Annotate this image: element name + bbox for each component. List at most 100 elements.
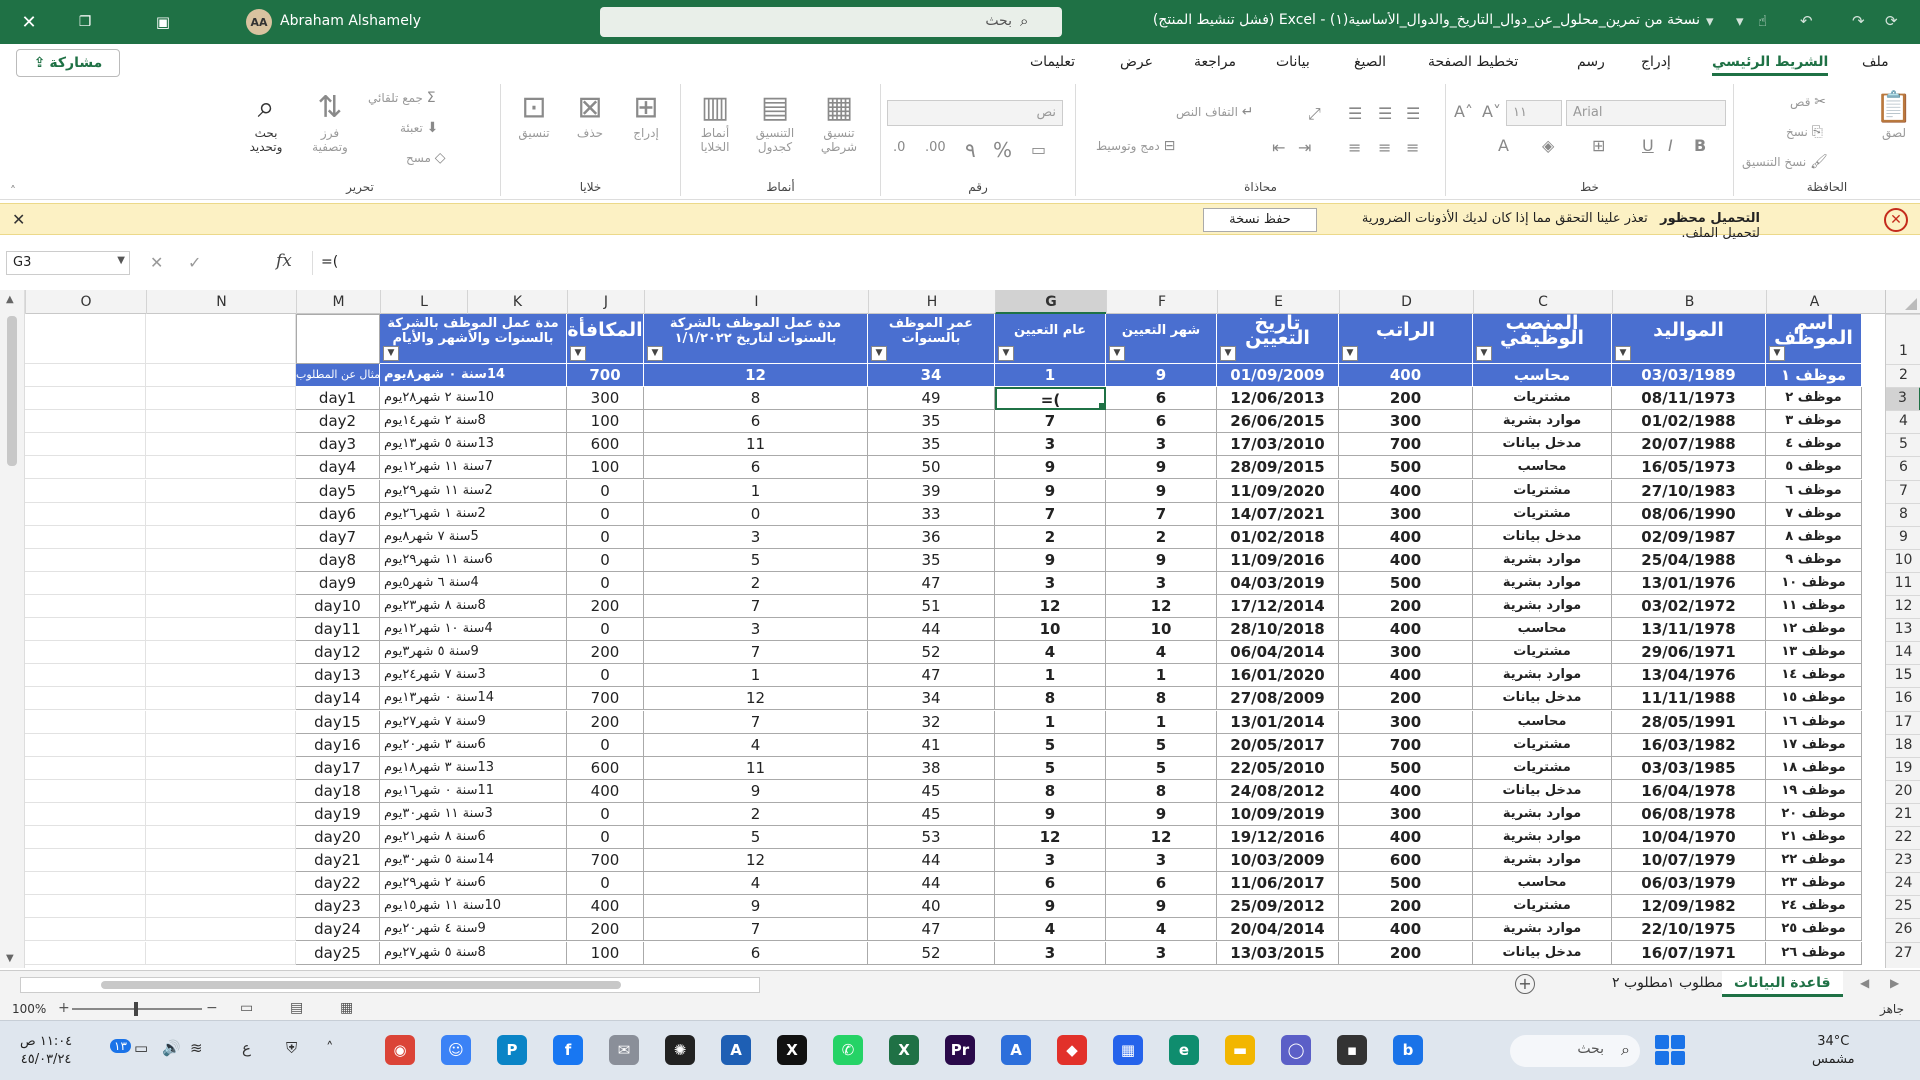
cell-j22[interactable]: 0 <box>567 826 644 850</box>
touch-mode-icon[interactable]: ☝ <box>1758 12 1767 30</box>
cell-m22[interactable]: day20 <box>296 826 380 850</box>
cell-j27[interactable]: 100 <box>567 941 644 965</box>
cell-e27[interactable]: 13/03/2015 <box>1217 941 1339 965</box>
cell-g24[interactable]: 6 <box>995 872 1106 896</box>
column-header-j[interactable]: J <box>567 290 644 314</box>
cell-kl27[interactable]: 8سنة ٥ شهر٢٧يوم <box>380 941 567 965</box>
cell-n16[interactable] <box>146 687 296 711</box>
cell-e12[interactable]: 17/12/2014 <box>1217 595 1339 619</box>
cell-g3[interactable]: =( <box>995 387 1106 411</box>
cell-e22[interactable]: 19/12/2016 <box>1217 826 1339 850</box>
whatsapp-icon[interactable]: ✆ <box>833 1035 863 1065</box>
column-header-e[interactable]: E <box>1217 290 1339 314</box>
cell-n25[interactable] <box>146 895 296 919</box>
cell-e26[interactable]: 20/04/2014 <box>1217 918 1339 942</box>
row-header-25[interactable]: 25 <box>1886 895 1920 918</box>
cell-m3[interactable]: day1 <box>296 387 380 411</box>
cell-e14[interactable]: 06/04/2014 <box>1217 641 1339 665</box>
fill-button[interactable]: ⬇ تعبئة <box>400 120 438 136</box>
cell-o19[interactable] <box>25 756 146 780</box>
cell-b3[interactable]: 08/11/1973 <box>1612 387 1766 411</box>
cell-a13[interactable]: موظف ١٢ <box>1766 618 1862 642</box>
cell-o10[interactable] <box>25 548 146 572</box>
cell-d9[interactable]: 400 <box>1339 525 1473 549</box>
cell-d5[interactable]: 700 <box>1339 433 1473 457</box>
cell-c4[interactable]: موارد بشرية <box>1473 410 1612 434</box>
filter-dropdown-icon[interactable]: ▼ <box>647 346 663 361</box>
cell-i16[interactable]: 12 <box>644 687 868 711</box>
wrap-text-button[interactable]: ↵ التفاف النص <box>1176 104 1253 120</box>
cell-m5[interactable]: day3 <box>296 433 380 457</box>
cell-j7[interactable]: 0 <box>567 479 644 503</box>
cell-c23[interactable]: موارد بشرية <box>1473 849 1612 873</box>
cell-n12[interactable] <box>146 595 296 619</box>
format-cells-button[interactable]: ⊡ تنسيق <box>509 90 559 140</box>
cell-a18[interactable]: موظف ١٧ <box>1766 733 1862 757</box>
volume-icon[interactable]: 🔊 <box>162 1039 181 1057</box>
row-header-27[interactable]: 27 <box>1886 941 1920 965</box>
font-color-icon[interactable]: A <box>1498 136 1509 155</box>
cell-f19[interactable]: 5 <box>1106 756 1217 780</box>
cell-c16[interactable]: مدخل بيانات <box>1473 687 1612 711</box>
cell-n14[interactable] <box>146 641 296 665</box>
cell-f3[interactable]: 6 <box>1106 387 1217 411</box>
cell-f4[interactable]: 6 <box>1106 410 1217 434</box>
row-header-11[interactable]: 11 <box>1886 571 1920 595</box>
cell-c5[interactable]: مدخل بيانات <box>1473 433 1612 457</box>
cell-n4[interactable] <box>146 410 296 434</box>
cell-j9[interactable]: 0 <box>567 525 644 549</box>
chrome-icon[interactable]: ◉ <box>385 1035 415 1065</box>
grow-font-icon[interactable]: A˄ <box>1454 102 1473 121</box>
cell-styles-button[interactable]: ▥ أنماط الخلايا <box>687 90 743 154</box>
decrease-decimal-icon[interactable]: .00 <box>925 140 946 155</box>
cell-j25[interactable]: 400 <box>567 895 644 919</box>
select-all-button[interactable] <box>1885 290 1920 314</box>
cell-j26[interactable]: 200 <box>567 918 644 942</box>
cell-d11[interactable]: 500 <box>1339 571 1473 595</box>
cell-i12[interactable]: 7 <box>644 595 868 619</box>
tab-insert[interactable]: إدراج <box>1641 54 1671 70</box>
cell-b19[interactable]: 03/03/1985 <box>1612 756 1766 780</box>
bot-icon[interactable]: ☺ <box>441 1035 471 1065</box>
cell-n22[interactable] <box>146 826 296 850</box>
cell-j21[interactable]: 0 <box>567 802 644 826</box>
cell-n9[interactable] <box>146 525 296 549</box>
cell-g7[interactable]: 9 <box>995 479 1106 503</box>
scroll-up-icon[interactable]: ▲ <box>6 294 14 305</box>
cell-b16[interactable]: 11/11/1988 <box>1612 687 1766 711</box>
cell-g23[interactable]: 3 <box>995 849 1106 873</box>
cell-c6[interactable]: محاسب <box>1473 456 1612 480</box>
cell-j14[interactable]: 200 <box>567 641 644 665</box>
cell-a19[interactable]: موظف ١٨ <box>1766 756 1862 780</box>
cell-h23[interactable]: 44 <box>868 849 995 873</box>
percent-button[interactable]: % <box>993 138 1012 162</box>
shrink-font-icon[interactable]: A˅ <box>1482 102 1501 121</box>
cell-c26[interactable]: موارد بشرية <box>1473 918 1612 942</box>
add-sheet-button[interactable]: + <box>1515 974 1535 994</box>
cell-kl21[interactable]: 3سنة ١١ شهر٣٠يوم <box>380 802 567 826</box>
start-button[interactable] <box>1655 1035 1685 1065</box>
cell-g19[interactable]: 5 <box>995 756 1106 780</box>
cell-h3[interactable]: 49 <box>868 387 995 411</box>
cell-b21[interactable]: 06/08/1978 <box>1612 802 1766 826</box>
cell-g26[interactable]: 4 <box>995 918 1106 942</box>
cell-j12[interactable]: 200 <box>567 595 644 619</box>
collapse-ribbon-icon[interactable]: ˄ <box>10 184 16 198</box>
cell-kl23[interactable]: 14سنة ٥ شهر٣٠يوم <box>380 849 567 873</box>
cell-e15[interactable]: 16/01/2020 <box>1217 664 1339 688</box>
cell-j6[interactable]: 100 <box>567 456 644 480</box>
cell-a14[interactable]: موظف ١٣ <box>1766 641 1862 665</box>
cell-c22[interactable]: موارد بشرية <box>1473 826 1612 850</box>
cell-o26[interactable] <box>25 918 146 942</box>
align-right-icon[interactable]: ≡ <box>1406 138 1419 157</box>
zoom-slider-thumb[interactable] <box>134 1002 138 1016</box>
x-icon[interactable]: X <box>777 1035 807 1065</box>
cell-c13[interactable]: محاسب <box>1473 618 1612 642</box>
cell-o15[interactable] <box>25 664 146 688</box>
fill-color-icon[interactable]: ◈ <box>1542 136 1554 155</box>
cell-n3[interactable] <box>146 387 296 411</box>
cell-f20[interactable]: 8 <box>1106 779 1217 803</box>
cell-kl10[interactable]: 6سنة ١١ شهر٢٩يوم <box>380 548 567 572</box>
cell-i13[interactable]: 3 <box>644 618 868 642</box>
cell-o20[interactable] <box>25 779 146 803</box>
